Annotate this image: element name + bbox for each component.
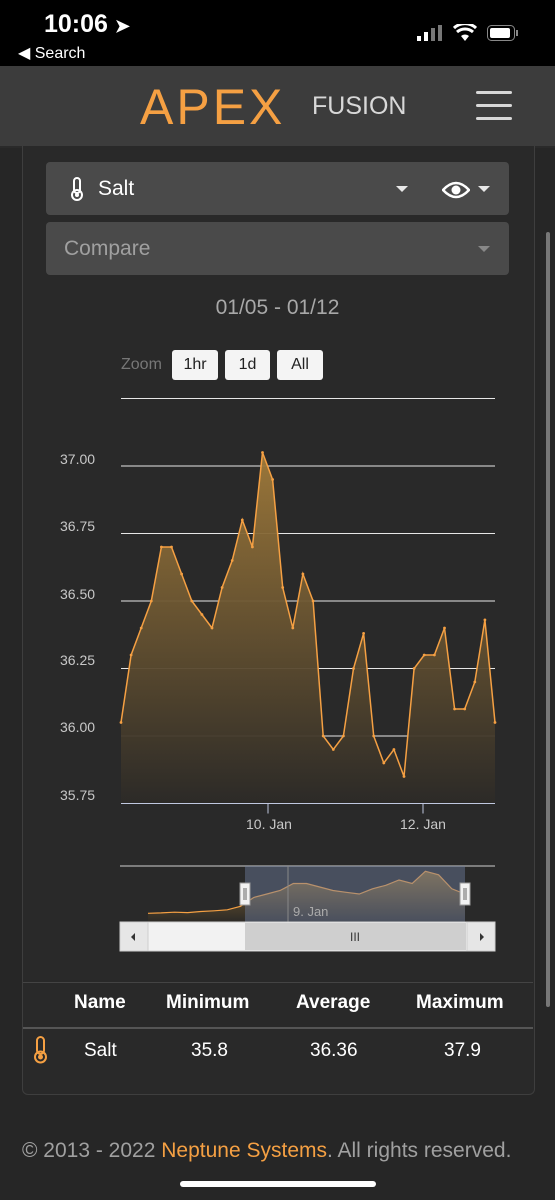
col-header-name: Name <box>74 992 126 1013</box>
col-header-minimum: Minimum <box>166 992 250 1013</box>
thermometer-icon <box>34 1036 47 1064</box>
navigator-left-handle[interactable] <box>239 882 251 906</box>
neptune-systems-link[interactable]: Neptune Systems <box>161 1139 327 1162</box>
row-minimum: 35.8 <box>191 1040 228 1061</box>
footer: © 2013 - 2022 Neptune Systems. All right… <box>22 1134 522 1168</box>
footer-copyright: © 2013 - 2022 <box>22 1139 162 1162</box>
scroll-right-button[interactable] <box>466 921 496 952</box>
navigator-right-handle[interactable] <box>459 882 471 906</box>
col-header-maximum: Maximum <box>416 992 504 1013</box>
row-maximum: 37.9 <box>444 1040 481 1061</box>
row-average: 36.36 <box>310 1040 358 1061</box>
scroll-left-button[interactable] <box>119 921 149 952</box>
navigator-date-label: 9. Jan <box>293 904 329 919</box>
col-header-average: Average <box>296 992 371 1013</box>
navigator-selected-range[interactable] <box>245 866 465 922</box>
home-indicator[interactable] <box>180 1181 376 1187</box>
scrollbar-grip-icon: III <box>350 930 360 944</box>
footer-rights: . All rights reserved. <box>327 1139 512 1162</box>
row-name: Salt <box>84 1040 117 1061</box>
page-scrollbar[interactable] <box>546 232 550 1007</box>
